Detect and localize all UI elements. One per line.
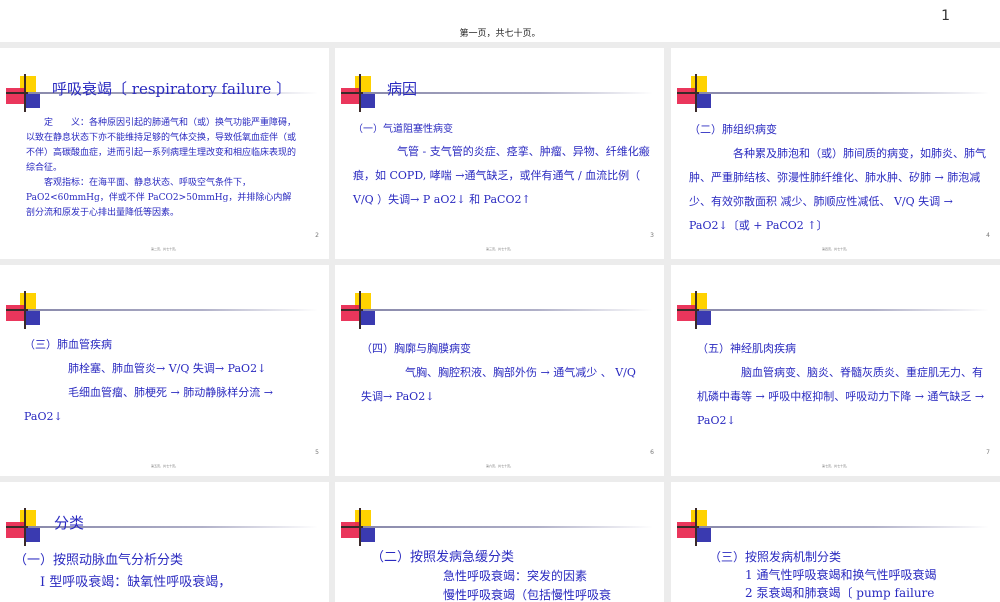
slide-8[interactable]: 分类 （一）按照动脉血气分析分类 I 型呼吸衰竭：缺氧性呼吸衰竭， (0, 482, 329, 602)
paragraph: 各种累及肺泡和（或）肺间质的病变，如肺炎、肺气肿、严重肺结核、弥漫性肺纤维化、肺… (689, 147, 986, 232)
paragraph: （五）神经肌肉疾病 (697, 342, 796, 355)
title-rule (699, 92, 989, 94)
slide-footer: 第七页，共七十页。 (821, 464, 849, 468)
slide-number: 4 (986, 232, 990, 239)
slide-body: 定 义：各种原因引起的肺通气和（或）换气功能严重障碍，以致在静息状态下亦不能维持… (26, 116, 297, 221)
slide-number: 6 (650, 449, 654, 456)
slide-number: 7 (986, 449, 990, 456)
slide-7[interactable]: （五）神经肌肉疾病 脑血管病变、脑炎、脊髓灰质炎、重症肌无力、有机磷中毒等 → … (671, 265, 1000, 476)
slide-title: 病因 (387, 80, 418, 98)
paragraph: 肺栓塞、肺血管炎→ V/Q 失调→ PaO2↓ (68, 362, 267, 375)
title-rule (363, 309, 653, 311)
slide-footer: 第六页，共七十页。 (485, 464, 513, 468)
paragraph: 1 通气性呼吸衰竭和换气性呼吸衰竭 (745, 568, 937, 582)
page-caption: 第一页，共七十页。 (459, 29, 541, 39)
title-rule (699, 309, 989, 311)
page-header: 1 第一页，共七十页。 (0, 0, 1000, 42)
slide-footer: 第三页，共七十页。 (485, 247, 513, 251)
slide-logo-icon (677, 508, 717, 546)
slide-logo-icon (677, 291, 717, 329)
paragraph: 脑血管病变、脑炎、脊髓灰质炎、重症肌无力、有机磷中毒等 → 呼吸中枢抑制、呼吸动… (697, 366, 985, 427)
slide-4[interactable]: （二）肺组织病变 各种累及肺泡和（或）肺间质的病变，如肺炎、肺气肿、严重肺结核、… (671, 48, 1000, 259)
paragraph: （二）按照发病急缓分类 (371, 550, 515, 565)
slide-number: 5 (315, 449, 319, 456)
paragraph: （四）胸廓与胸膜病变 (361, 342, 471, 355)
slide-logo-icon (341, 291, 381, 329)
paragraph: （二）肺组织病变 (689, 123, 777, 136)
slide-body: （四）胸廓与胸膜病变 气胸、胸腔积液、胸部外伤 → 通气减少 、 V/Q 失调→… (361, 337, 650, 409)
paragraph: 客观指标：在海平面、静息状态、呼吸空气条件下， PaO2<60mmHg，伴或不伴… (26, 178, 292, 218)
title-rule (28, 309, 318, 311)
slide-logo-icon (6, 508, 46, 546)
slide-body: （三）按照发病机制分类 1 通气性呼吸衰竭和换气性呼吸衰竭 2 泵衰竭和肺衰竭〔… (709, 548, 986, 602)
slide-6[interactable]: （四）胸廓与胸膜病变 气胸、胸腔积液、胸部外伤 → 通气减少 、 V/Q 失调→… (335, 265, 664, 476)
paragraph: 2 泵衰竭和肺衰竭〔 pump failure (745, 586, 935, 600)
slide-number: 2 (315, 232, 319, 239)
slide-title: 分类 (54, 514, 85, 532)
paragraph: 气胸、胸腔积液、胸部外伤 → 通气减少 、 V/Q 失调→ PaO2↓ (361, 366, 636, 403)
slide-logo-icon (341, 74, 381, 112)
paragraph: I 型呼吸衰竭：缺氧性呼吸衰竭， (40, 575, 232, 590)
slide-number: 3 (650, 232, 654, 239)
slide-2[interactable]: 呼吸衰竭〔 respiratory failure 〕 定 义：各种原因引起的肺… (0, 48, 329, 259)
page-number: 1 (941, 8, 950, 24)
slide-logo-icon (6, 74, 46, 112)
paragraph: 急性呼吸衰竭：突发的因素 (443, 569, 588, 583)
slide-logo-icon (677, 74, 717, 112)
paragraph: （三）肺血管疾病 (24, 338, 112, 351)
slide-body: （一）气道阻塞性病变 气管 - 支气管的炎症、痉挛、肿瘤、异物、纤维化瘢痕，如 … (353, 120, 650, 212)
title-rule (363, 526, 653, 528)
slide-footer: 第二页，共七十页。 (150, 247, 178, 251)
slide-body: （五）神经肌肉疾病 脑血管病变、脑炎、脊髓灰质炎、重症肌无力、有机磷中毒等 → … (697, 337, 986, 433)
paragraph: 定 义：各种原因引起的肺通气和（或）换气功能严重障碍，以致在静息状态下亦不能维持… (26, 118, 297, 173)
slide-body: （二）按照发病急缓分类 急性呼吸衰竭：突发的因素 慢性呼吸衰竭（包括慢性呼吸衰 (371, 548, 650, 602)
slide-logo-icon (6, 291, 46, 329)
paragraph: 气管 - 支气管的炎症、痉挛、肿瘤、异物、纤维化瘢痕，如 COPD, 哮喘 →通… (353, 145, 650, 206)
slide-logo-icon (341, 508, 381, 546)
paragraph: （三）按照发病机制分类 (709, 550, 842, 564)
slide-body: （三）肺血管疾病 肺栓塞、肺血管炎→ V/Q 失调→ PaO2↓ 毛细血管瘤、肺… (24, 333, 315, 429)
slide-5[interactable]: （三）肺血管疾病 肺栓塞、肺血管炎→ V/Q 失调→ PaO2↓ 毛细血管瘤、肺… (0, 265, 329, 476)
slide-9[interactable]: （二）按照发病急缓分类 急性呼吸衰竭：突发的因素 慢性呼吸衰竭（包括慢性呼吸衰 (335, 482, 664, 602)
slide-footer: 第五页，共七十页。 (150, 464, 178, 468)
paragraph: 毛细血管瘤、肺梗死 → 肺动静脉样分流 → PaO2↓ (24, 386, 273, 423)
slide-footer: 第四页，共七十页。 (821, 247, 849, 251)
title-rule (699, 526, 989, 528)
slide-body: （二）肺组织病变 各种累及肺泡和（或）肺间质的病变，如肺炎、肺气肿、严重肺结核、… (689, 118, 986, 238)
paragraph: （一）按照动脉血气分析分类 (14, 553, 184, 568)
slide-body: （一）按照动脉血气分析分类 I 型呼吸衰竭：缺氧性呼吸衰竭， (14, 550, 315, 594)
slide-10[interactable]: （三）按照发病机制分类 1 通气性呼吸衰竭和换气性呼吸衰竭 2 泵衰竭和肺衰竭〔… (671, 482, 1000, 602)
paragraph: （一）气道阻塞性病变 (353, 124, 453, 135)
slide-title: 呼吸衰竭〔 respiratory failure 〕 (52, 80, 292, 98)
slide-3[interactable]: 病因 （一）气道阻塞性病变 气管 - 支气管的炎症、痉挛、肿瘤、异物、纤维化瘢痕… (335, 48, 664, 259)
